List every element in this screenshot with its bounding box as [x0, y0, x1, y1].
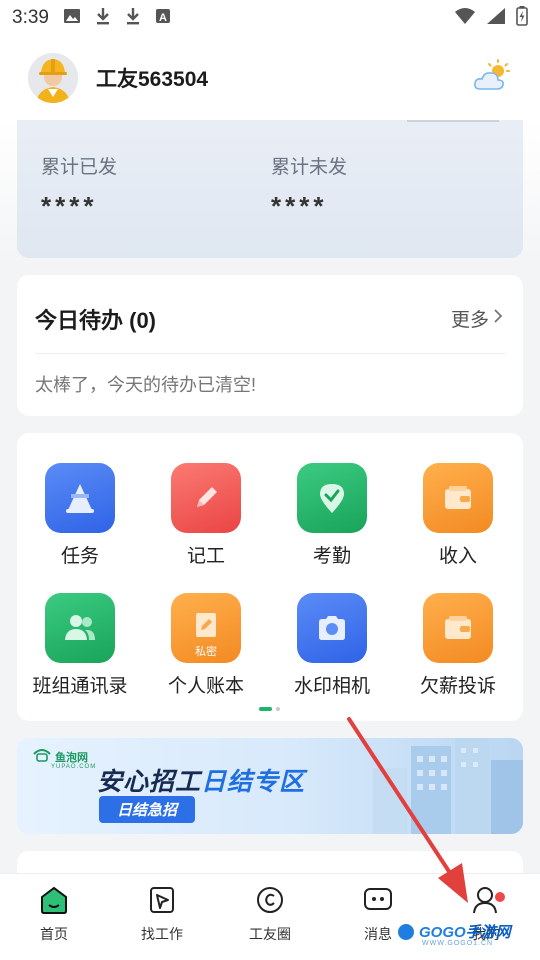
watermark-brand-cn: 手游网 — [465, 924, 511, 941]
watermark-url: WWW.GOGO1.CN — [422, 940, 494, 947]
red-arrow-annotation — [347, 717, 468, 903]
gogo-watermark: GOGO手游网 WWW.GOGO1.CN — [396, 921, 511, 947]
watermark-text: GOGO手游网 — [419, 921, 511, 942]
watermark-brand: GOGO — [419, 924, 466, 941]
gogo-logo-icon — [396, 921, 416, 942]
